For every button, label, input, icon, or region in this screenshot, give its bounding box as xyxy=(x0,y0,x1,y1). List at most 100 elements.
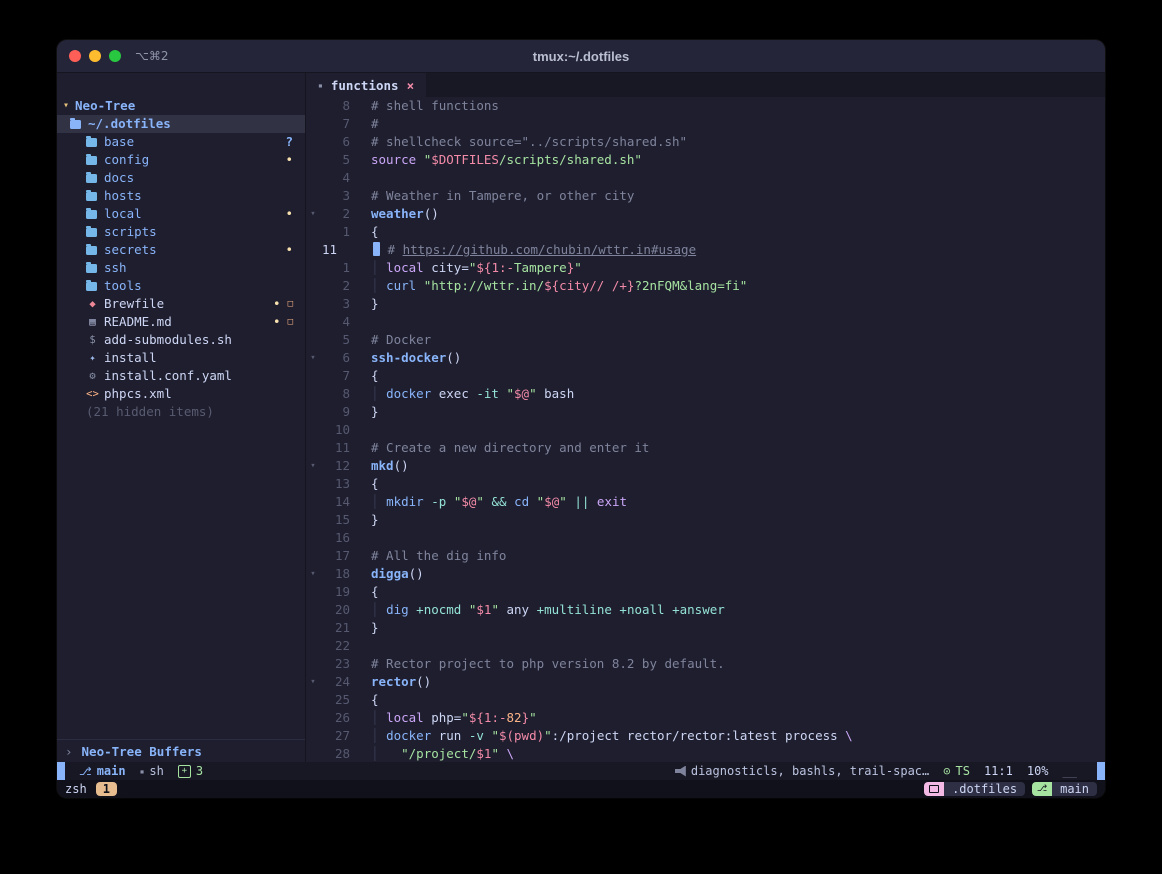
fold-chevron-icon[interactable]: ▾ xyxy=(306,349,320,367)
scroll-indicator-block xyxy=(1097,762,1105,780)
code-line-27[interactable]: 27│ docker run -v "$(pwd)":/project rect… xyxy=(306,727,1105,745)
code-text: # Create a new directory and enter it xyxy=(350,439,649,457)
code-line-7[interactable]: 7{ xyxy=(306,367,1105,385)
tree-item-local[interactable]: local• xyxy=(57,205,305,223)
code-line-14[interactable]: 14│ mkdir -p "$@" && cd "$@" || exit xyxy=(306,493,1105,511)
tree-item-config[interactable]: config• xyxy=(57,151,305,169)
line-number: 8 xyxy=(320,97,350,115)
scroll-percent: 10% xyxy=(1027,764,1049,778)
tree-item-phpcs-xml[interactable]: <>phpcs.xml xyxy=(57,385,305,403)
fold-column xyxy=(306,439,320,457)
code-line-16[interactable]: 16 xyxy=(306,529,1105,547)
close-icon[interactable]: × xyxy=(407,78,415,93)
tree-item-readme-md[interactable]: ▤README.md•□ xyxy=(57,313,305,331)
cursor xyxy=(373,242,380,256)
code-line-11[interactable]: 11# Create a new directory and enter it xyxy=(306,439,1105,457)
code-line-28[interactable]: 28│ "/project/$1" \ xyxy=(306,745,1105,762)
tree-item-install-conf-yaml[interactable]: ⚙install.conf.yaml xyxy=(57,367,305,385)
tree-item-hosts[interactable]: hosts xyxy=(57,187,305,205)
code-line-1[interactable]: 1│ local city="${1:-Tampere}" xyxy=(306,259,1105,277)
lsp-segment: diagnosticls, bashls, trail-spac… xyxy=(675,764,929,778)
code-line-4[interactable]: 4 xyxy=(306,169,1105,187)
fold-column xyxy=(306,637,320,655)
code-line-11[interactable]: 11 # https://github.com/chubin/wttr.in#u… xyxy=(306,241,1105,259)
fold-column xyxy=(306,115,320,133)
code-line-10[interactable]: 10 xyxy=(306,421,1105,439)
folder-icon xyxy=(86,156,97,165)
close-button[interactable] xyxy=(69,50,81,62)
code-line-24[interactable]: ▾24rector() xyxy=(306,673,1105,691)
code-line-8[interactable]: 8│ docker exec -it "$@" bash xyxy=(306,385,1105,403)
fold-column xyxy=(306,421,320,439)
code-line-4[interactable]: 4 xyxy=(306,313,1105,331)
tree-item-ssh[interactable]: ssh xyxy=(57,259,305,277)
code-line-15[interactable]: 15} xyxy=(306,511,1105,529)
line-number: 16 xyxy=(320,529,350,547)
folder-icon xyxy=(86,192,97,201)
neo-tree-buffers-section[interactable]: › Neo-Tree Buffers xyxy=(57,739,305,762)
tmux-window-item[interactable]: zsh 1 xyxy=(65,782,117,796)
tree-item-label: secrets xyxy=(104,241,157,259)
code-line-13[interactable]: 13{ xyxy=(306,475,1105,493)
tmux-branch-segment: ⎇ main xyxy=(1032,782,1097,796)
code-text: │ docker exec -it "$@" bash xyxy=(350,385,574,403)
folder-icon xyxy=(86,174,97,183)
code-line-12[interactable]: ▾12mkd() xyxy=(306,457,1105,475)
code-line-5[interactable]: 5# Docker xyxy=(306,331,1105,349)
tree-item-label: ssh xyxy=(104,259,127,277)
fold-column xyxy=(306,187,320,205)
code-line-5[interactable]: 5source "$DOTFILES/scripts/shared.sh" xyxy=(306,151,1105,169)
tree-item-tools[interactable]: tools xyxy=(57,277,305,295)
fold-chevron-icon[interactable]: ▾ xyxy=(306,205,320,223)
code-line-2[interactable]: 2│ curl "http://wttr.in/${city// /+}?2nF… xyxy=(306,277,1105,295)
folder-icon xyxy=(86,264,97,273)
code-line-22[interactable]: 22 xyxy=(306,637,1105,655)
tab-functions[interactable]: ▪ functions × xyxy=(306,73,426,97)
tree-item-base[interactable]: base? xyxy=(57,133,305,151)
line-number: 27 xyxy=(320,727,350,745)
code-line-26[interactable]: 26│ local php="${1:-82}" xyxy=(306,709,1105,727)
code-line-3[interactable]: 3} xyxy=(306,295,1105,313)
code-line-25[interactable]: 25{ xyxy=(306,691,1105,709)
code-text xyxy=(350,529,371,547)
code-text: rector() xyxy=(350,673,431,691)
titlebar: ⌥⌘2 tmux:~/.dotfiles xyxy=(57,40,1105,73)
line-number: 24 xyxy=(320,673,350,691)
code-line-9[interactable]: 9} xyxy=(306,403,1105,421)
minimize-button[interactable] xyxy=(89,50,101,62)
code-line-19[interactable]: 19{ xyxy=(306,583,1105,601)
fold-chevron-icon[interactable]: ▾ xyxy=(306,565,320,583)
tmux-branch-name: main xyxy=(1052,782,1097,796)
code-line-6[interactable]: ▾6ssh-docker() xyxy=(306,349,1105,367)
tree-item-install[interactable]: ✦install xyxy=(57,349,305,367)
fold-column xyxy=(306,403,320,421)
code-line-6[interactable]: 6# shellcheck source="../scripts/shared.… xyxy=(306,133,1105,151)
line-number: 20 xyxy=(320,601,350,619)
code-line-17[interactable]: 17# All the dig info xyxy=(306,547,1105,565)
code-line-3[interactable]: 3# Weather in Tampere, or other city xyxy=(306,187,1105,205)
fold-chevron-icon[interactable]: ▾ xyxy=(306,457,320,475)
code-text: { xyxy=(350,367,379,385)
git-status-badges: ? xyxy=(285,133,305,151)
code-line-2[interactable]: ▾2weather() xyxy=(306,205,1105,223)
code-line-8[interactable]: 8# shell functions xyxy=(306,97,1105,115)
fold-chevron-icon[interactable]: ▾ xyxy=(306,673,320,691)
tree-item-dotfiles[interactable]: ~/.dotfiles xyxy=(57,115,305,133)
neo-tree-header[interactable]: ▾ Neo-Tree xyxy=(57,97,305,115)
line-number: 14 xyxy=(320,493,350,511)
code-line-20[interactable]: 20│ dig +nocmd "$1" any +multiline +noal… xyxy=(306,601,1105,619)
code-line-23[interactable]: 23# Rector project to php version 8.2 by… xyxy=(306,655,1105,673)
code-text: { xyxy=(350,691,379,709)
code-line-18[interactable]: ▾18digga() xyxy=(306,565,1105,583)
tree-item-docs[interactable]: docs xyxy=(57,169,305,187)
zoom-button[interactable] xyxy=(109,50,121,62)
tree-item-add-submodules-sh[interactable]: $add-submodules.sh xyxy=(57,331,305,349)
code-line-7[interactable]: 7# xyxy=(306,115,1105,133)
code-line-21[interactable]: 21} xyxy=(306,619,1105,637)
code-line-1[interactable]: 1{ xyxy=(306,223,1105,241)
tree-item-brewfile[interactable]: ◆Brewfile•□ xyxy=(57,295,305,313)
fold-column xyxy=(306,745,320,762)
tree-item-secrets[interactable]: secrets• xyxy=(57,241,305,259)
tree-item-scripts[interactable]: scripts xyxy=(57,223,305,241)
code-area[interactable]: 8# shell functions7#6# shellcheck source… xyxy=(306,97,1105,762)
